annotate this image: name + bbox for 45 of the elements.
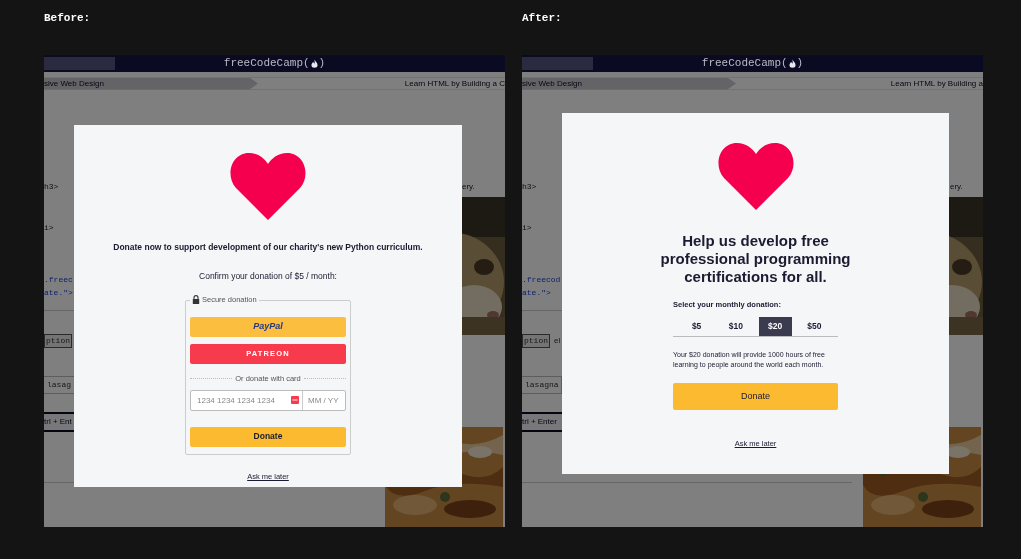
- panel-label: Before:: [44, 12, 92, 24]
- breadcrumb-item[interactable]: sive Web Design: [522, 77, 736, 90]
- expiry-field[interactable]: MM / YY: [308, 390, 346, 410]
- breadcrumb-item[interactable]: sive Web Design: [44, 77, 258, 90]
- logo-text: ): [796, 56, 804, 72]
- code-text: i>: [44, 222, 54, 233]
- card-icon: [291, 396, 299, 405]
- amount-tab[interactable]: $5: [680, 317, 714, 337]
- input-field[interactable]: lasagna: [522, 376, 562, 394]
- donate-button[interactable]: Donate: [190, 426, 346, 447]
- preview-text: ery.: [462, 181, 475, 193]
- card-number-field[interactable]: 1234 1234 1234 1234: [197, 390, 291, 410]
- label-text: el: [554, 335, 561, 347]
- code-text: .freecod: [522, 274, 561, 285]
- code-text: ate.">: [522, 287, 551, 298]
- flame-icon: [788, 59, 796, 68]
- breadcrumb-item[interactable]: Learn HTML by Building a: [890, 77, 983, 90]
- panel-label: After:: [522, 12, 563, 24]
- code-text: h3>: [44, 181, 59, 192]
- code-text: h3>: [522, 181, 537, 192]
- preview-text: ery.: [950, 181, 963, 193]
- tag-chip[interactable]: ption: [44, 334, 72, 348]
- logo-text: freeCodeCamp(: [701, 56, 788, 72]
- search-field[interactable]: [522, 57, 593, 70]
- logo-text: freeCodeCamp(: [223, 56, 310, 72]
- paypal-button[interactable]: PayPal: [190, 316, 346, 337]
- donate-button[interactable]: Donate: [673, 383, 838, 411]
- amount-tab[interactable]: $10: [719, 317, 753, 337]
- heart-icon: [229, 150, 307, 222]
- card-details-field[interactable]: 1234 1234 1234 1234 MM / YY: [190, 389, 346, 411]
- breadcrumb-item[interactable]: Learn HTML by Building a C: [404, 77, 505, 90]
- heading: Help us develop free professional programming certifications for all.: [659, 232, 852, 286]
- code-text: i>: [522, 222, 532, 233]
- search-field[interactable]: [44, 57, 115, 70]
- flame-icon: [310, 59, 318, 68]
- code-text: .freec: [44, 274, 73, 285]
- donation-message: Donate now to support development of our charity's new Python curriculum.: [113, 241, 423, 254]
- amount-tab[interactable]: $50: [797, 317, 831, 337]
- code-text: ate.">: [44, 287, 73, 298]
- amount-tab[interactable]: $20: [758, 317, 792, 337]
- logo-text: ): [318, 56, 326, 72]
- tag-chip[interactable]: ption: [522, 334, 550, 348]
- lock-icon: [192, 295, 200, 304]
- heart-icon: [715, 140, 796, 212]
- confirm-text: Confirm your donation of $5 / month:: [199, 269, 337, 283]
